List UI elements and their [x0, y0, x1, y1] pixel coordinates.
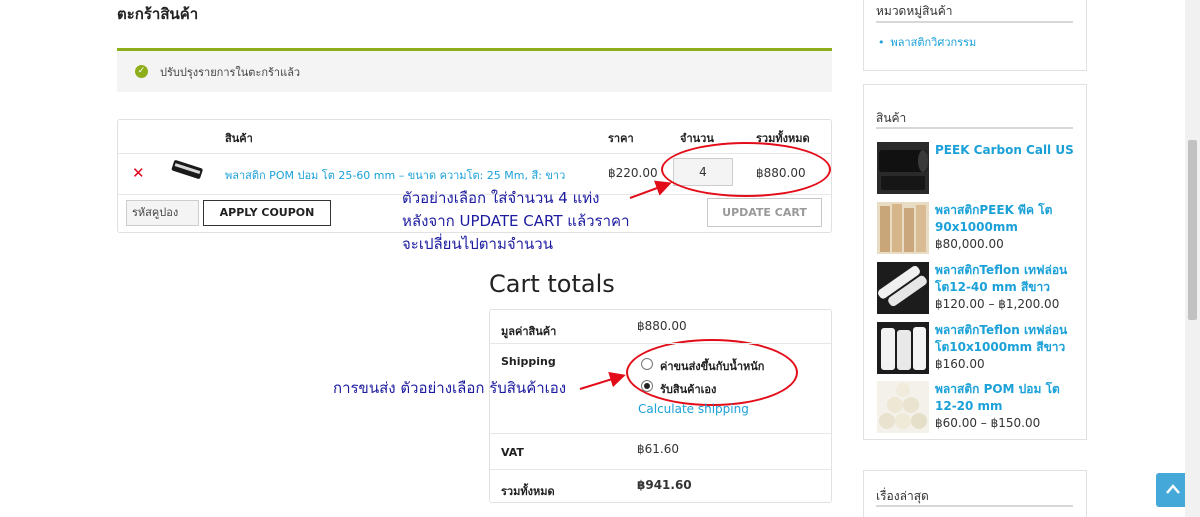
product-name[interactable]: พลาสติกTeflon เทฟล่อน โต10x1000mm สีขาว	[935, 322, 1075, 356]
subtotal-value: ฿880.00	[637, 319, 687, 333]
product-item[interactable]: พลาสติกTeflon เทฟล่อน โต12-40 mm สีขาว ฿…	[877, 262, 1082, 316]
shipping-option-weight-label[interactable]: ค่าขนส่งขึ้นกับน้ำหนัก	[660, 357, 764, 375]
divider	[876, 21, 1073, 23]
divider	[490, 469, 831, 470]
shipping-option-pickup-label[interactable]: รับสินค้าเอง	[660, 380, 716, 398]
scrollbar-thumb[interactable]	[1188, 140, 1197, 320]
product-image[interactable]	[877, 381, 929, 433]
subtotal-label: มูลค่าสินค้า	[501, 325, 557, 338]
divider	[490, 433, 831, 434]
product-image[interactable]	[877, 142, 929, 194]
order-total-label: รวมทั้งหมด	[501, 485, 555, 498]
cart-totals-title: Cart totals	[489, 270, 615, 298]
product-name[interactable]: พลาสติกTeflon เทฟล่อน โต12-40 mm สีขาว	[935, 262, 1075, 296]
categories-widget: หมวดหมู่สินค้า • พลาสติกวิศวกรรม	[863, 0, 1087, 71]
product-name[interactable]: พลาสติก POM ปอม โต 12-20 mm	[935, 381, 1075, 415]
cart-totals-table: มูลค่าสินค้า ฿880.00 Shipping ค่าขนส่งขึ…	[489, 309, 832, 503]
product-price: ฿80,000.00	[935, 237, 1004, 251]
quantity-arrow	[629, 180, 672, 199]
quantity-note-line-2: หลังจาก UPDATE CART แล้วราคา	[402, 212, 630, 230]
recent-posts-title: เรื่องล่าสุด	[876, 489, 929, 503]
product-name[interactable]: PEEK Carbon Call US	[935, 142, 1075, 159]
chevron-up-icon	[1166, 484, 1180, 494]
categories-title: หมวดหมู่สินค้า	[876, 4, 953, 18]
divider	[490, 343, 831, 344]
vat-label: VAT	[501, 446, 524, 459]
product-name[interactable]: พลาสติกPEEK พีค โต 90x1000mm	[935, 202, 1075, 236]
vat-value: ฿61.60	[637, 442, 679, 456]
divider	[876, 127, 1073, 129]
recent-posts-widget: เรื่องล่าสุด	[863, 470, 1087, 517]
product-price: ฿160.00	[935, 357, 985, 371]
product-price: ฿60.00 – ฿150.00	[935, 416, 1041, 430]
product-item[interactable]: พลาสติก POM ปอม โต 12-20 mm ฿60.00 – ฿15…	[877, 381, 1082, 435]
products-title: สินค้า	[876, 111, 907, 125]
shipping-option-weight-radio[interactable]	[641, 358, 653, 370]
product-image[interactable]	[877, 202, 929, 254]
quantity-note-line-1: ตัวอย่างเลือก ใส่จำนวน 4 แท่ง	[402, 189, 600, 207]
product-price: ฿120.00 – ฿1,200.00	[935, 297, 1060, 311]
products-widget: สินค้า PEEK Carbon Call US พลาสติกPEEK พ…	[863, 84, 1087, 440]
category-item-label[interactable]: พลาสติกวิศวกรรม	[891, 36, 977, 49]
product-item[interactable]: PEEK Carbon Call US	[877, 142, 1082, 196]
page-scrollbar[interactable]	[1185, 0, 1200, 517]
product-image[interactable]	[877, 262, 929, 314]
category-item[interactable]: • พลาสติกวิศวกรรม	[878, 33, 976, 51]
shipping-option-pickup-radio[interactable]	[641, 380, 653, 392]
quantity-note-line-3: จะเปลี่ยนไปตามจำนวน	[402, 235, 553, 253]
order-total-value: ฿941.60	[637, 478, 692, 492]
product-image[interactable]	[877, 322, 929, 374]
product-item[interactable]: พลาสติกPEEK พีค โต 90x1000mm ฿80,000.00	[877, 202, 1082, 256]
divider	[876, 505, 1073, 507]
product-item[interactable]: พลาสติกTeflon เทฟล่อน โต10x1000mm สีขาว …	[877, 322, 1082, 376]
calculate-shipping-link[interactable]: Calculate shipping	[638, 402, 749, 416]
shipping-label: Shipping	[501, 355, 556, 368]
